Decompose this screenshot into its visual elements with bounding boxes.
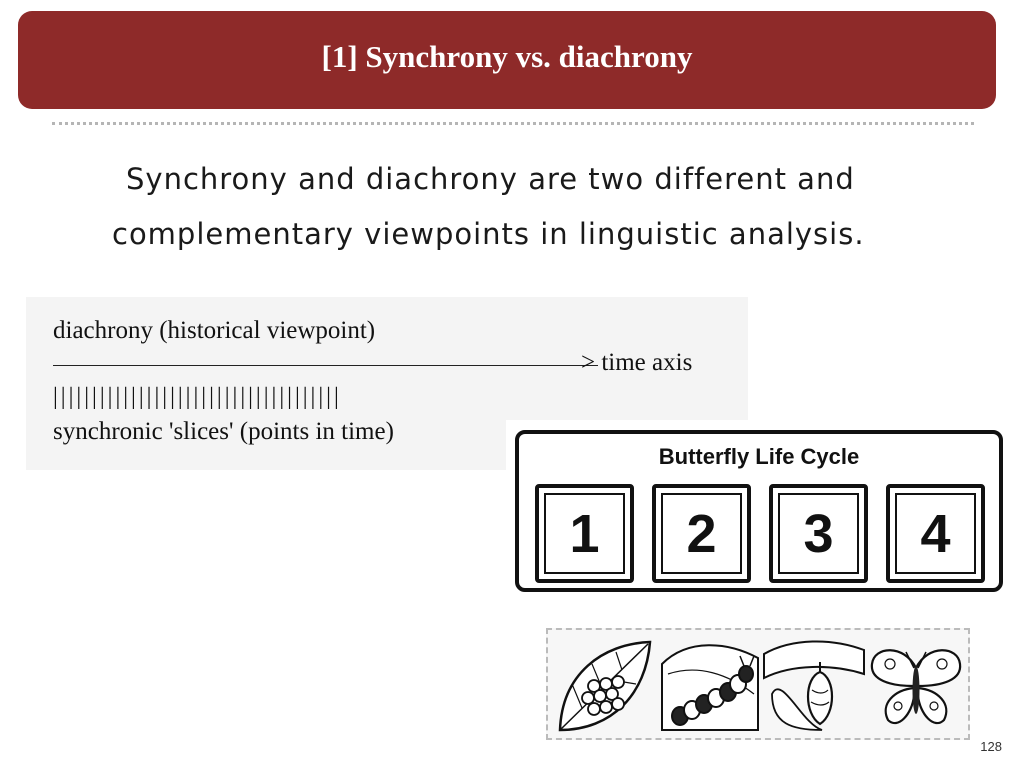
time-axis-line <box>53 365 598 366</box>
stage-number: 3 <box>803 503 834 564</box>
slide-title: [1] Synchrony vs. diachrony <box>321 39 693 74</box>
diachrony-label: diachrony (historical viewpoint) <box>53 317 376 344</box>
page-number: 128 <box>980 739 1002 754</box>
stage-number-box: 4 <box>886 484 985 583</box>
life-cycle-title: Butterfly Life Cycle <box>658 444 860 469</box>
stage-number-box: 2 <box>652 484 751 583</box>
intro-line-2: complementary viewpoints in linguistic a… <box>112 217 865 251</box>
stage-number-box: 3 <box>769 484 868 583</box>
stage-number-box: 1 <box>535 484 634 583</box>
synchronic-ticks: ||||||||||||||||||||||||||||||||||||| <box>53 384 342 410</box>
stage-number: 4 <box>920 503 951 564</box>
stage-number: 2 <box>686 503 717 564</box>
intro-text: Synchrony and diachrony are two differen… <box>112 152 952 262</box>
life-cycle-frame: Butterfly Life Cycle 1 2 3 4 <box>515 430 1003 592</box>
synchronic-label: synchronic 'slices' (points in time) <box>53 418 394 445</box>
time-axis-label: > time axis <box>581 349 693 376</box>
butterfly-icon <box>870 649 962 725</box>
intro-line-1: Synchrony and diachrony are two differen… <box>126 162 855 196</box>
chrysalis-icon <box>763 640 865 731</box>
stage-number: 1 <box>569 503 600 564</box>
stage-pictures <box>546 628 970 740</box>
title-bar: [1] Synchrony vs. diachrony <box>18 11 996 109</box>
eggs-on-leaf-icon <box>558 640 652 732</box>
caterpillar-icon <box>661 644 759 731</box>
butterfly-life-cycle-image: Butterfly Life Cycle 1 2 3 4 <box>506 420 1014 748</box>
dotted-divider <box>52 122 974 125</box>
